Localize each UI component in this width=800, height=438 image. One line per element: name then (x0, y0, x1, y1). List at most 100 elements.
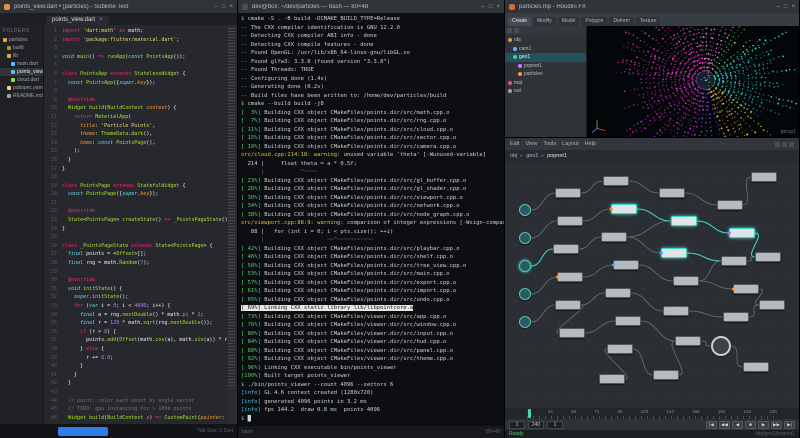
graph-node[interactable] (733, 284, 759, 294)
pane-menu-item[interactable]: View (525, 141, 537, 147)
editor-titlebar[interactable]: points_view.dart • (particles) - Sublime… (0, 0, 237, 13)
shelf-tab[interactable]: Modify (533, 17, 556, 26)
step-back-button[interactable]: ◀◀ (719, 421, 730, 429)
tree-item[interactable]: mat (505, 79, 586, 88)
tree-item[interactable]: obj (505, 36, 586, 45)
graph-node[interactable] (675, 336, 701, 346)
graph-node[interactable] (519, 232, 531, 244)
close-icon[interactable]: × (229, 4, 233, 10)
maximize-pane-icon[interactable] (789, 142, 794, 147)
graph-node[interactable] (759, 300, 785, 310)
graph-node[interactable] (519, 288, 531, 300)
graph-node[interactable] (611, 204, 637, 214)
file-tree-item[interactable]: cloud.dart (0, 76, 43, 84)
pane-menu-item[interactable]: Tools (543, 141, 556, 147)
filter-icon[interactable] (507, 28, 512, 33)
graph-node[interactable] (519, 316, 531, 328)
graph-node[interactable] (519, 260, 531, 272)
play-reverse-button[interactable]: ◀ (732, 421, 743, 429)
breadcrumb-item[interactable]: popnet1 (547, 153, 567, 159)
graph-node[interactable] (557, 272, 583, 282)
graph-node[interactable] (663, 306, 689, 316)
graph-node[interactable] (519, 204, 531, 216)
network-graph[interactable] (505, 162, 799, 408)
editor-status-badge[interactable] (58, 427, 108, 436)
file-tree-item[interactable]: main.dart (0, 60, 43, 68)
pane-menu-item[interactable]: Help (585, 141, 596, 147)
graph-node[interactable] (751, 172, 777, 182)
graph-node[interactable] (671, 216, 697, 226)
tree-item[interactable]: particles (505, 70, 586, 79)
graph-node[interactable] (661, 248, 687, 258)
graph-node[interactable] (613, 260, 639, 270)
current-frame-marker[interactable] (528, 409, 531, 418)
file-tree-item[interactable]: README.md (0, 92, 43, 100)
breadcrumb-item[interactable]: obj (510, 153, 517, 159)
graph-node[interactable] (743, 362, 769, 372)
tree-item[interactable]: geo1 (505, 53, 586, 62)
graph-node[interactable] (557, 216, 583, 226)
graph-node[interactable] (599, 374, 625, 384)
graph-node[interactable] (605, 288, 631, 298)
pane-menu-item[interactable]: Edit (510, 141, 519, 147)
graph-node[interactable] (615, 316, 641, 326)
graph-node[interactable] (607, 344, 633, 354)
viewport-3d[interactable]: persp1 (587, 26, 799, 137)
file-tree-item[interactable]: particles (0, 36, 43, 44)
pin-icon[interactable] (775, 142, 780, 147)
shelf-tab[interactable]: Deform (609, 17, 633, 26)
minimap[interactable] (227, 25, 237, 424)
play-forward-button[interactable]: ▶ (758, 421, 769, 429)
maximize-icon[interactable]: □ (222, 4, 226, 10)
frame-end-field[interactable]: 240 (528, 421, 544, 429)
pane-menu-item[interactable]: Layout (562, 141, 579, 147)
tree-item[interactable]: popnet1 (505, 62, 586, 71)
close-icon[interactable]: × (496, 4, 500, 10)
graph-node[interactable] (673, 276, 699, 286)
graph-node[interactable] (755, 252, 781, 262)
breadcrumb-item[interactable]: geo1 (526, 153, 538, 159)
shelf-tab[interactable]: Create (508, 17, 531, 26)
graph-node[interactable] (723, 312, 749, 322)
shelf-tab[interactable]: Model (558, 17, 580, 26)
tab-close-icon[interactable]: × (99, 17, 103, 23)
graph-node[interactable] (555, 188, 581, 198)
graph-node[interactable] (653, 370, 679, 380)
current-frame-field[interactable]: 1 (547, 421, 563, 429)
file-tree-item[interactable]: pubspec.yaml (0, 84, 43, 92)
graph-node[interactable] (555, 300, 581, 310)
graph-node[interactable] (553, 244, 579, 254)
graph-node[interactable] (721, 256, 747, 266)
minimize-icon[interactable]: – (215, 4, 218, 10)
shelf-tab[interactable]: Texture (636, 17, 660, 26)
viewport-camera-label[interactable]: persp1 (781, 129, 796, 135)
terminal-body[interactable]: $ cmake -S . -B build -DCMAKE_BUILD_TYPE… (238, 13, 504, 426)
houdini-titlebar[interactable]: particles.hip - Houdini FX – □ × (505, 0, 799, 13)
timeline-ruler[interactable]: 124487296120144168192216240 (505, 408, 799, 419)
graph-node[interactable] (729, 228, 755, 238)
graph-node[interactable] (659, 188, 685, 198)
close-icon[interactable]: × (791, 4, 795, 10)
shelf-tab[interactable]: Polygon (581, 17, 607, 26)
terminal-titlebar[interactable]: dev@box: ~/dev/particles — bash — 80×48 … (238, 0, 504, 13)
tree-item[interactable]: out (505, 87, 586, 96)
minimize-icon[interactable]: – (482, 4, 485, 10)
frame-start-field[interactable]: 1 (509, 421, 525, 429)
split-icon[interactable] (782, 142, 787, 147)
editor-tab[interactable]: points_view.dart × (46, 16, 109, 25)
minimize-icon[interactable]: – (777, 4, 780, 10)
maximize-icon[interactable]: □ (489, 4, 493, 10)
graph-node[interactable] (711, 336, 731, 356)
file-tree-item[interactable]: lib (0, 52, 43, 60)
code-area[interactable]: 1import 'dart:math' as math;2import 'pac… (44, 25, 227, 424)
file-tree-item[interactable]: build (0, 44, 43, 52)
graph-node[interactable] (601, 232, 627, 242)
step-forward-button[interactable]: ▶▶ (771, 421, 782, 429)
stop-button[interactable]: ■ (745, 421, 756, 429)
graph-node[interactable] (717, 200, 743, 210)
refresh-icon[interactable] (514, 28, 519, 33)
graph-node[interactable] (559, 328, 585, 338)
tree-item[interactable]: cam1 (505, 45, 586, 54)
file-tree-item[interactable]: points_view.dart (0, 68, 43, 76)
maximize-icon[interactable]: □ (784, 4, 788, 10)
